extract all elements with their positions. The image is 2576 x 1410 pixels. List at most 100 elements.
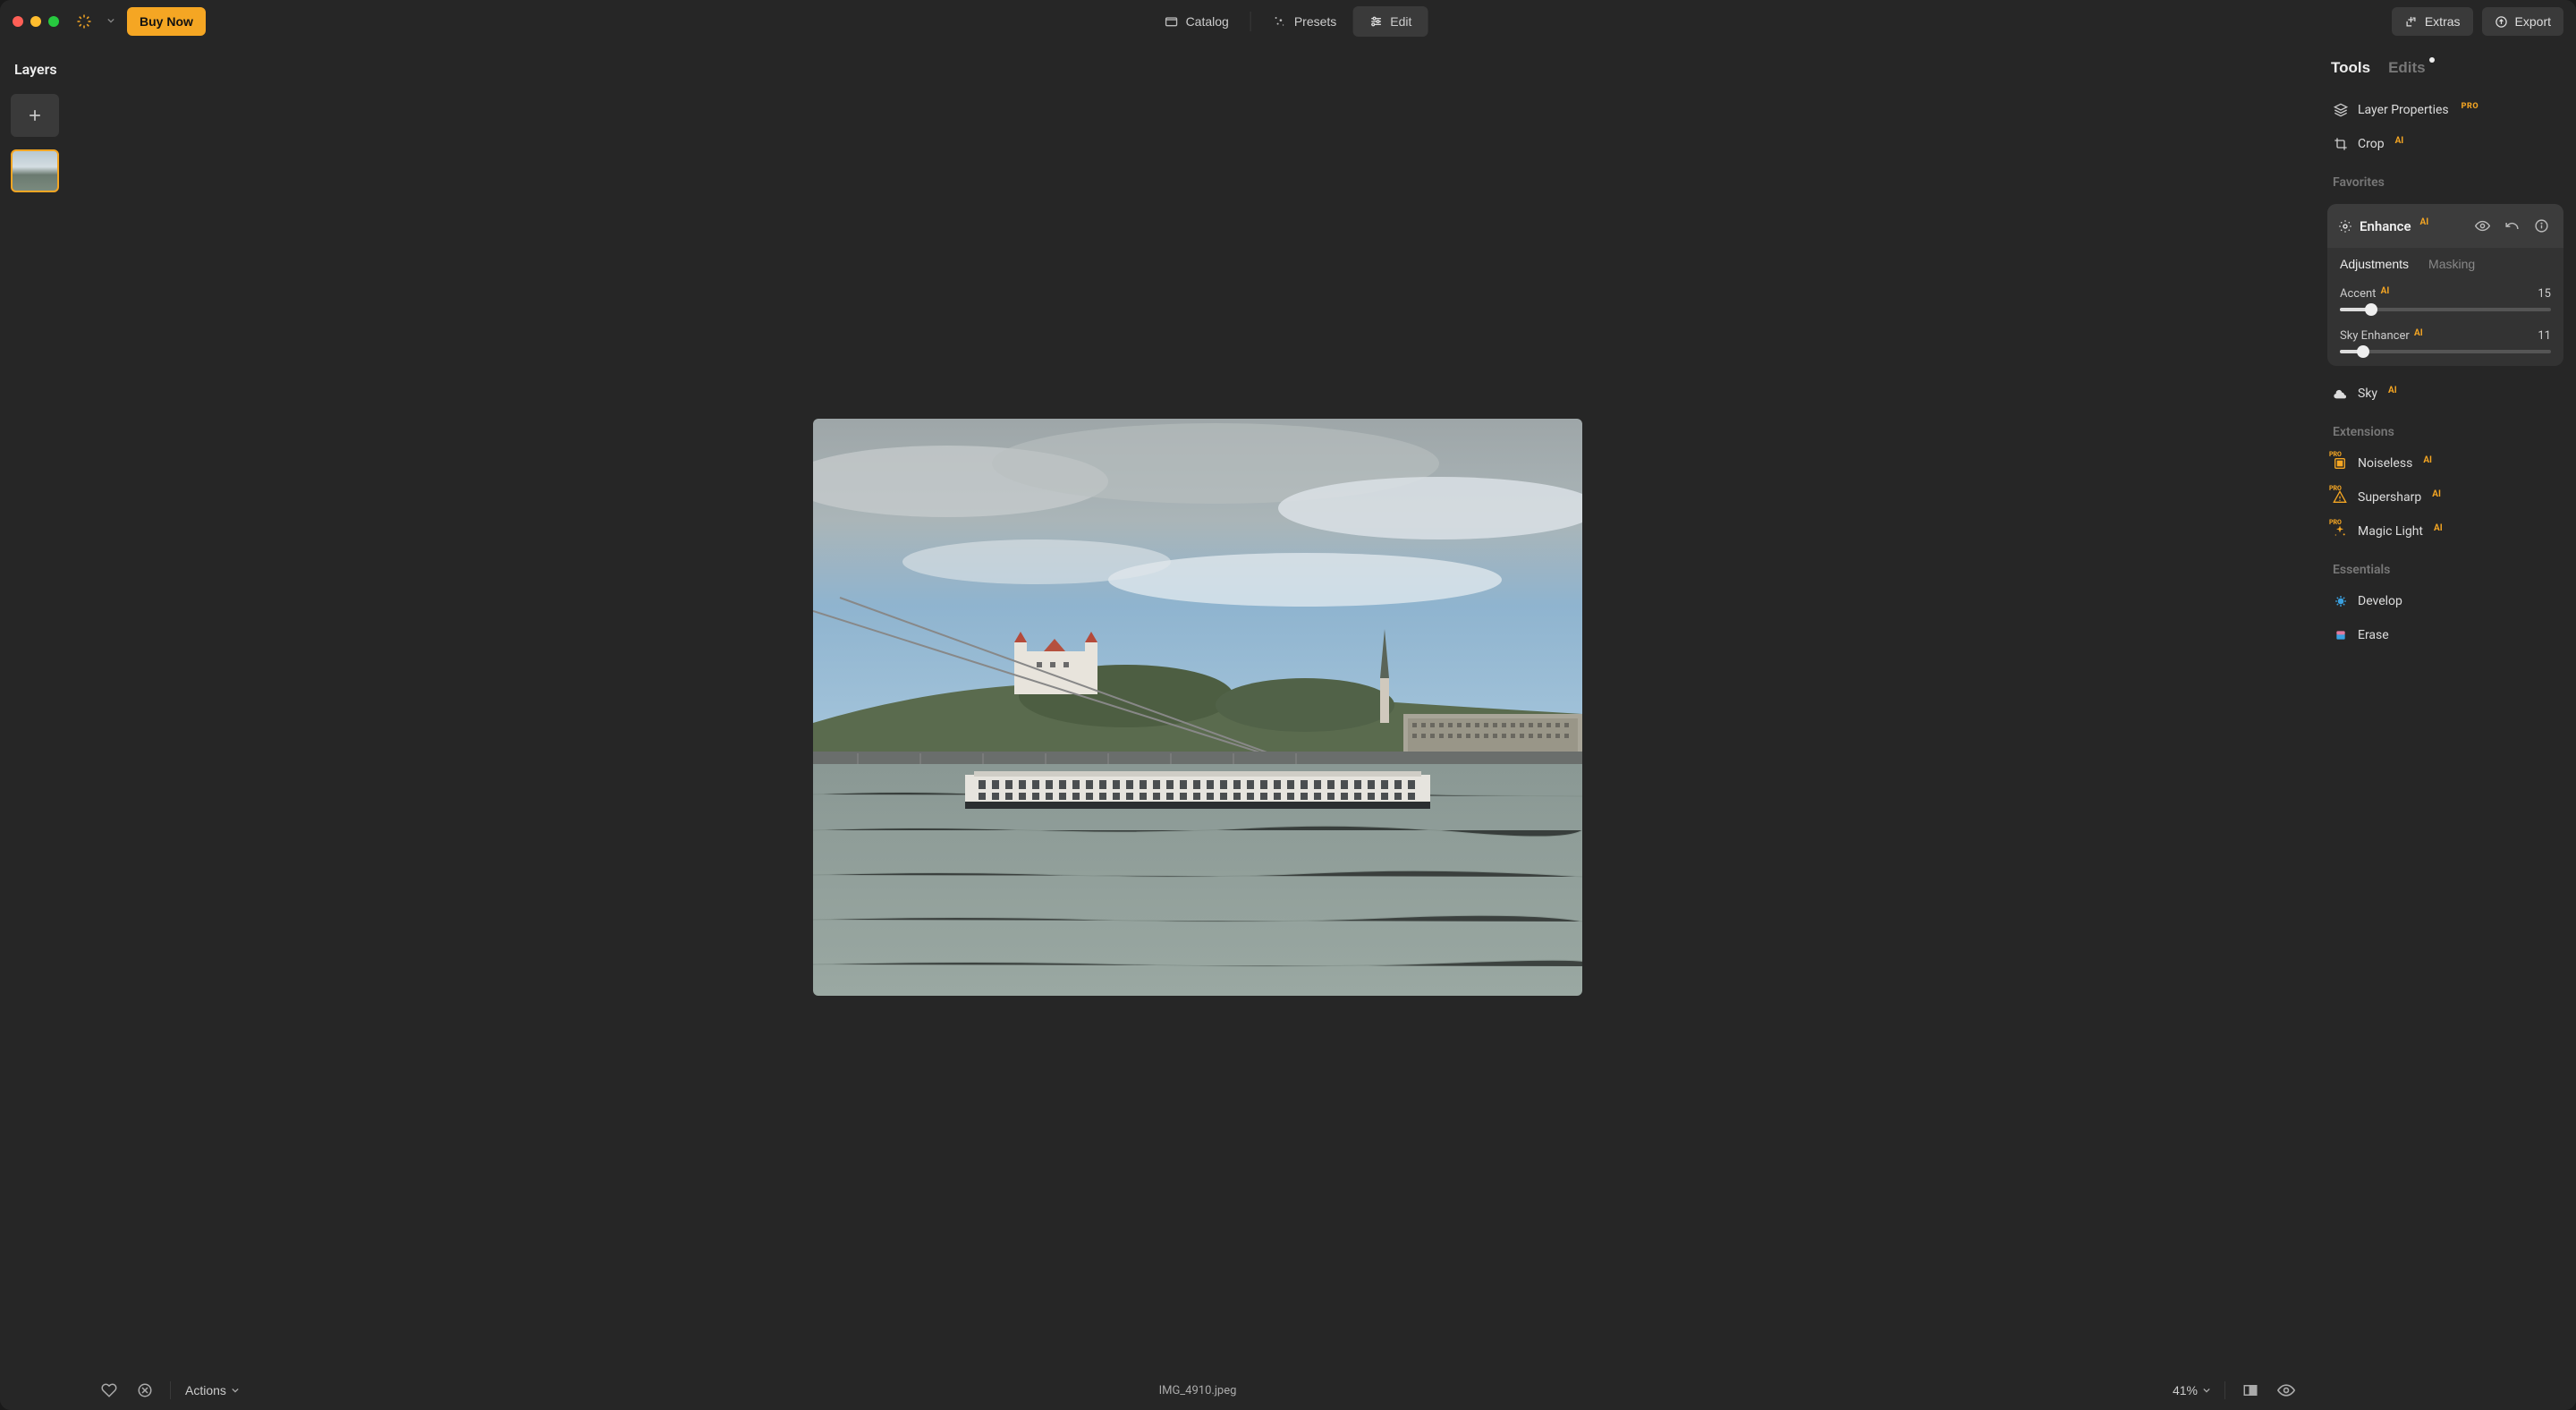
enhance-panel: Enhance AI Adjustments Masking xyxy=(2327,204,2563,366)
compare-view-button[interactable] xyxy=(2240,1380,2261,1401)
sky-enhancer-slider-value: 11 xyxy=(2538,329,2551,343)
magic-light-tool[interactable]: PRO Magic Light AI xyxy=(2327,516,2563,547)
layer-properties-tool[interactable]: Layer Properties PRO xyxy=(2327,95,2563,125)
bottom-bar: Actions IMG_4910.jpeg 41% xyxy=(80,1371,2315,1410)
noiseless-tool[interactable]: PRO Noiseless AI xyxy=(2327,448,2563,479)
crop-tool[interactable]: Crop AI xyxy=(2327,129,2563,159)
minimize-window-button[interactable] xyxy=(30,16,41,27)
zoom-label: 41% xyxy=(2173,1383,2198,1397)
info-button[interactable] xyxy=(2530,215,2553,237)
noiseless-icon: PRO xyxy=(2333,456,2349,471)
cloud-icon xyxy=(2333,386,2349,401)
noiseless-label: Noiseless xyxy=(2358,456,2412,471)
extensions-heading: Extensions xyxy=(2327,412,2563,445)
edits-indicator-dot-icon xyxy=(2429,57,2435,63)
actions-label: Actions xyxy=(185,1383,226,1397)
supersharp-label: Supersharp xyxy=(2358,490,2421,505)
develop-icon xyxy=(2333,594,2349,608)
export-button[interactable]: Export xyxy=(2482,7,2563,36)
enhance-header[interactable]: Enhance AI xyxy=(2327,204,2563,248)
favorite-heart-button[interactable] xyxy=(98,1380,120,1401)
add-layer-button[interactable] xyxy=(11,94,59,137)
catalog-label: Catalog xyxy=(1186,14,1229,29)
adjustments-subtab[interactable]: Adjustments xyxy=(2340,257,2409,271)
edits-tab-label: Edits xyxy=(2388,59,2426,76)
enhance-sun-icon xyxy=(2338,219,2352,234)
bottom-bar-right: 41% xyxy=(2173,1380,2297,1401)
magic-light-icon: PRO xyxy=(2333,524,2349,539)
layers-panel: Layers xyxy=(0,43,80,1410)
tools-tab[interactable]: Tools xyxy=(2331,59,2370,77)
undo-button[interactable] xyxy=(2501,215,2523,237)
maximize-window-button[interactable] xyxy=(48,16,59,27)
accent-slider-thumb[interactable] xyxy=(2365,303,2377,316)
canvas-area: Actions IMG_4910.jpeg 41% xyxy=(80,43,2315,1410)
app-logo-icon[interactable] xyxy=(72,9,97,34)
catalog-tab[interactable]: Catalog xyxy=(1148,6,1245,37)
develop-label: Develop xyxy=(2358,594,2402,608)
edit-tab[interactable]: Edit xyxy=(1352,6,1428,37)
filename-label: IMG_4910.jpeg xyxy=(1159,1384,1237,1397)
crop-icon xyxy=(2333,137,2349,151)
sky-label: Sky xyxy=(2358,386,2377,401)
extras-button[interactable]: Extras xyxy=(2392,7,2473,36)
ai-badge: AI xyxy=(2414,328,2423,338)
ai-badge: AI xyxy=(2395,136,2404,146)
presets-tab[interactable]: Presets xyxy=(1257,6,1352,37)
ai-badge: AI xyxy=(2434,523,2443,533)
ai-badge: AI xyxy=(2432,489,2441,499)
sky-enhancer-slider-block: Sky Enhancer AI 11 xyxy=(2327,324,2563,366)
layer-properties-label: Layer Properties xyxy=(2358,103,2449,117)
erase-label: Erase xyxy=(2358,628,2389,642)
layer-thumbnail-1[interactable] xyxy=(11,149,59,192)
top-nav-tabs: Catalog Presets Edit xyxy=(1148,6,1428,37)
masking-subtab[interactable]: Masking xyxy=(2428,257,2475,271)
sky-enhancer-slider-thumb[interactable] xyxy=(2357,345,2369,358)
layers-icon xyxy=(2333,103,2349,117)
magic-light-label: Magic Light xyxy=(2358,524,2423,539)
extras-label: Extras xyxy=(2425,14,2461,29)
crop-label: Crop xyxy=(2358,137,2385,151)
ai-badge: AI xyxy=(2381,286,2390,296)
enhance-title: Enhance xyxy=(2360,218,2411,234)
edits-tab[interactable]: Edits xyxy=(2388,59,2426,77)
supersharp-tool[interactable]: PRO Supersharp AI xyxy=(2327,482,2563,513)
sky-enhancer-slider-label: Sky Enhancer xyxy=(2340,329,2410,343)
develop-tool[interactable]: Develop xyxy=(2327,586,2563,616)
right-panel-tabs: Tools Edits xyxy=(2327,59,2563,77)
divider xyxy=(1250,12,1251,31)
erase-icon xyxy=(2333,628,2349,642)
layers-title: Layers xyxy=(14,61,57,78)
essentials-heading: Essentials xyxy=(2327,550,2563,582)
ai-badge: AI xyxy=(2388,386,2397,395)
sparkles-icon xyxy=(1273,14,1287,29)
sky-enhancer-slider[interactable] xyxy=(2340,350,2551,353)
zoom-dropdown[interactable]: 41% xyxy=(2173,1383,2210,1397)
export-label: Export xyxy=(2515,14,2551,29)
puzzle-icon xyxy=(2404,15,2418,29)
window-controls xyxy=(13,16,59,27)
erase-tool[interactable]: Erase xyxy=(2327,620,2563,650)
sliders-icon xyxy=(1368,14,1383,29)
actions-dropdown[interactable]: Actions xyxy=(185,1383,239,1397)
right-panel: Tools Edits Layer Properties PRO Crop AI xyxy=(2315,43,2576,1410)
preview-eye-button[interactable] xyxy=(2275,1380,2297,1401)
close-window-button[interactable] xyxy=(13,16,23,27)
ai-badge: AI xyxy=(2423,455,2432,465)
accent-slider-label: Accent xyxy=(2340,287,2376,301)
image-canvas[interactable] xyxy=(813,419,1582,996)
main-area: Layers xyxy=(0,43,2576,1410)
accent-slider-block: Accent AI 15 xyxy=(2327,282,2563,324)
visibility-eye-button[interactable] xyxy=(2471,215,2494,237)
app-menu-chevron-icon[interactable] xyxy=(107,17,114,27)
buy-now-button[interactable]: Buy Now xyxy=(127,7,206,36)
top-bar-right: Extras Export xyxy=(2392,7,2563,36)
accent-slider[interactable] xyxy=(2340,308,2551,311)
ai-badge: AI xyxy=(2420,217,2429,227)
export-icon xyxy=(2495,15,2508,29)
reject-button[interactable] xyxy=(134,1380,156,1401)
divider xyxy=(170,1381,171,1399)
app-window: Buy Now Catalog Presets Edit xyxy=(0,0,2576,1410)
favorites-heading: Favorites xyxy=(2327,163,2563,195)
sky-tool[interactable]: Sky AI xyxy=(2327,378,2563,409)
